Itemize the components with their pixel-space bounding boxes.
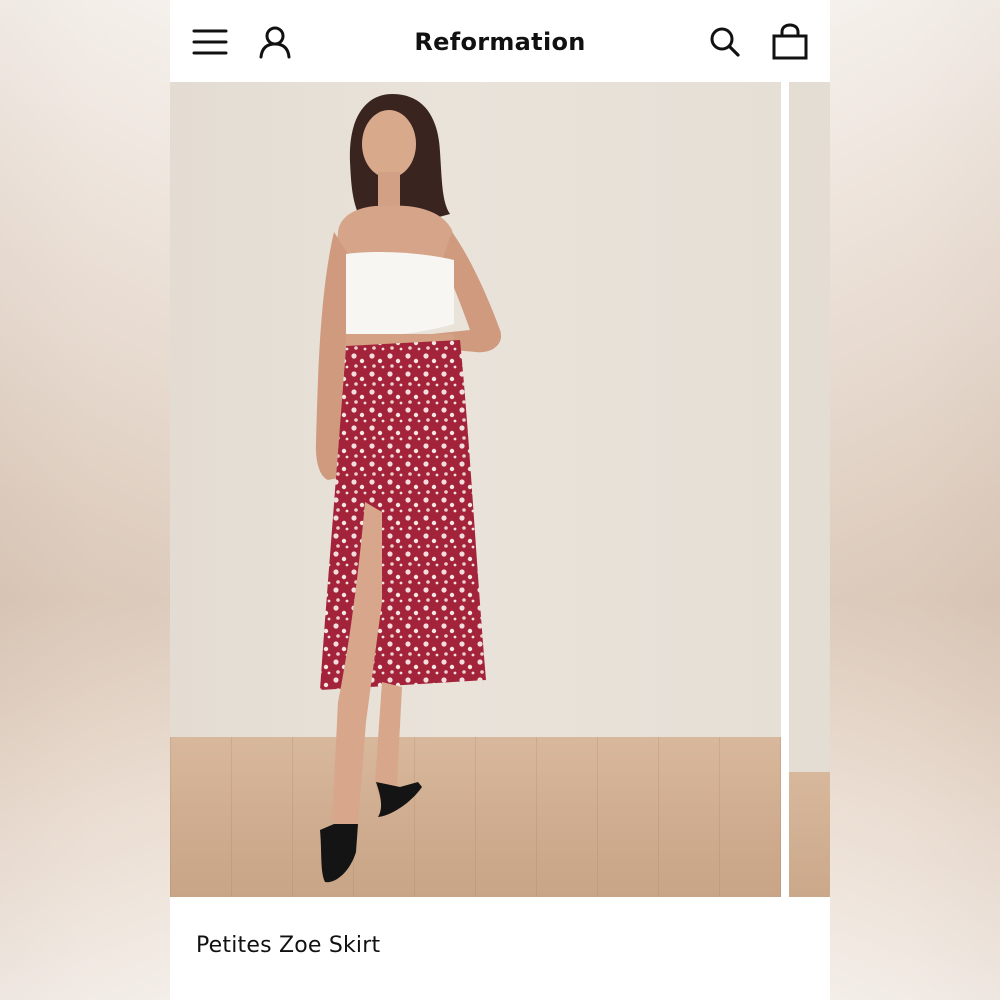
bag-icon [772,23,808,60]
product-image-next-preview[interactable] [789,82,830,897]
account-button[interactable] [253,20,297,64]
product-image-main[interactable] [170,82,781,897]
top-navigation-bar: Reformation [170,0,830,82]
search-icon [710,27,740,57]
background-left-blur [0,0,170,1000]
background-right-blur [830,0,1000,1000]
wood-floor-next [789,772,830,897]
menu-icon [192,29,228,55]
product-title[interactable]: Petites Zoe Skirt [196,933,380,958]
shopping-bag-button[interactable] [768,20,812,64]
mobile-screen: Reformation Petites Zoe Skirt [170,0,830,1000]
menu-button[interactable] [188,20,232,64]
account-icon [259,26,291,59]
search-button[interactable] [703,20,747,64]
brand-logo[interactable]: Reformation [350,24,650,60]
product-image-carousel[interactable] [170,82,830,897]
model-wearing-skirt-image [315,94,502,883]
